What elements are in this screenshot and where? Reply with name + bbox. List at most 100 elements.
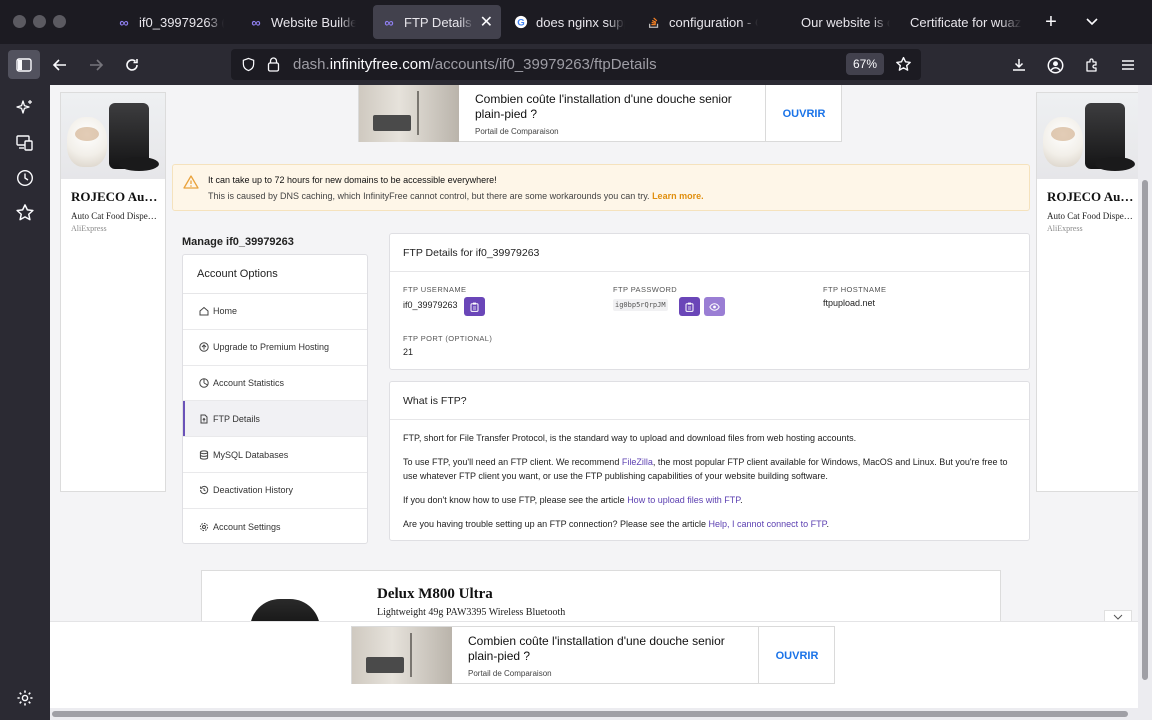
vertical-scrollbar[interactable] — [1138, 85, 1152, 720]
manage-account-title: Manage if0_39979263 — [182, 236, 294, 248]
ad-source: AliExpress — [1047, 224, 1083, 233]
alert-body: This is caused by DNS caching, which Inf… — [208, 191, 704, 201]
history-clock-icon[interactable] — [15, 168, 35, 188]
tab-title: Website Builder - — [271, 14, 356, 30]
browser-sidebar — [0, 85, 50, 720]
learn-more-link[interactable]: Learn more. — [652, 191, 704, 201]
ad-source: AliExpress — [71, 224, 107, 233]
ad-open-button[interactable]: OUVRIR — [766, 85, 842, 142]
file-upload-icon — [198, 413, 209, 424]
menu-item-account-settings[interactable]: Account Settings — [183, 509, 367, 543]
top-banner-ad[interactable]: Combien coûte l'installation d'une douch… — [358, 85, 842, 142]
tab-list-chevron-icon[interactable] — [1082, 12, 1102, 32]
tab-2[interactable]: ∞ Website Builder - — [240, 5, 364, 39]
side-ad-left[interactable]: ROJECO Aut… Auto Cat Food Dispens… AliEx… — [60, 92, 166, 492]
tab-1[interactable]: ∞ if0_39979263 (W — [108, 5, 232, 39]
sidebar-toggle-icon[interactable] — [8, 50, 40, 79]
synced-tabs-icon[interactable] — [15, 133, 35, 153]
ad-title: ROJECO Aut… — [1047, 189, 1137, 204]
ftp-hostname-label: FTP HOSTNAME — [823, 285, 887, 294]
upgrade-icon — [198, 342, 209, 353]
tab-3[interactable]: ∞ FTP Details for ✕ — [373, 5, 501, 39]
ftp-paragraph-4: Are you having trouble setting up an FTP… — [403, 517, 1023, 531]
ftp-paragraph-2: To use FTP, you'll need an FTP client. W… — [403, 455, 1023, 483]
tab-7[interactable]: Certificate for wuaze — [902, 5, 1030, 39]
menu-item-statistics[interactable]: Account Statistics — [183, 366, 367, 402]
shield-icon[interactable] — [241, 57, 256, 76]
menu-item-home[interactable]: Home — [183, 294, 367, 330]
ftp-card-title: FTP Details for if0_39979263 — [390, 234, 1029, 272]
dns-warning-alert: It can take up to 72 hours for new domai… — [172, 164, 1030, 211]
tab-title: does nginx suppo — [536, 14, 625, 30]
sidebar-settings-gear-icon[interactable] — [15, 688, 35, 708]
tab-4[interactable]: G does nginx suppo — [505, 5, 633, 39]
account-options-menu: Account Options Home Upgrade to Premium … — [182, 254, 368, 544]
account-icon[interactable] — [1042, 52, 1068, 78]
tab-5[interactable]: configuration - C — [638, 5, 766, 39]
close-tab-icon[interactable]: ✕ — [480, 12, 493, 32]
bookmark-star-icon[interactable] — [895, 56, 912, 77]
ftp-port-label: FTP PORT (OPTIONAL) — [403, 334, 493, 343]
menu-item-label: MySQL Databases — [213, 449, 289, 460]
paragraph-text: Are you having trouble setting up an FTP… — [403, 519, 709, 529]
window-zoom-button[interactable] — [53, 15, 66, 28]
cannot-connect-article-link[interactable]: Help, I cannot connect to FTP — [709, 519, 827, 529]
scrollbar-thumb[interactable] — [1142, 180, 1148, 680]
zoom-level-badge[interactable]: 67% — [846, 53, 884, 75]
ad-description: Auto Cat Food Dispens… — [71, 211, 157, 221]
reload-icon[interactable] — [119, 52, 145, 78]
paragraph-text: . — [826, 519, 829, 529]
window-close-button[interactable] — [13, 15, 26, 28]
extensions-icon[interactable] — [1079, 52, 1105, 78]
favicon-placeholder — [778, 14, 794, 30]
clipboard-icon — [470, 302, 479, 312]
ftp-password-label: FTP PASSWORD — [613, 285, 678, 294]
show-password-button[interactable] — [704, 297, 725, 316]
infinity-icon: ∞ — [251, 14, 261, 30]
ad-text: Combien coûte l'installation d'une douch… — [475, 92, 732, 121]
bottom-banner-ad[interactable]: Combien coûte l'installation d'une douch… — [351, 626, 835, 684]
menu-item-label: FTP Details — [213, 413, 260, 424]
url-bar[interactable]: dash.infinityfree.com/accounts/if0_39979… — [231, 49, 921, 80]
ftp-password-value: ig0bp5rQrpJM — [613, 299, 668, 311]
ad-product-image — [1037, 93, 1138, 179]
new-tab-plus-icon[interactable]: + — [1040, 12, 1062, 32]
menu-hamburger-icon[interactable] — [1115, 52, 1141, 78]
scrollbar-thumb[interactable] — [52, 711, 1128, 717]
menu-item-label: Account Statistics — [213, 377, 285, 388]
ftp-paragraph-1: FTP, short for File Transfer Protocol, i… — [403, 433, 857, 443]
menu-item-deactivation-history[interactable]: Deactivation History — [183, 473, 367, 509]
ad-open-button[interactable]: OUVRIR — [759, 627, 835, 684]
ad-product-image — [61, 93, 165, 179]
ad-image — [359, 85, 459, 142]
eye-icon — [709, 302, 720, 311]
ad-source: Portail de Comparaison — [475, 127, 559, 136]
ftp-username-label: FTP USERNAME — [403, 285, 467, 294]
ad-title: Delux M800 Ultra — [377, 586, 493, 602]
menu-item-mysql[interactable]: MySQL Databases — [183, 437, 367, 473]
copy-username-button[interactable] — [464, 297, 485, 316]
menu-header: Account Options — [183, 255, 367, 294]
upload-files-article-link[interactable]: How to upload files with FTP — [627, 495, 740, 505]
google-icon: G — [513, 14, 529, 30]
filezilla-link[interactable]: FileZilla — [622, 457, 653, 467]
horizontal-scrollbar[interactable] — [50, 708, 1138, 720]
ftp-username-value: if0_39979263 — [403, 300, 458, 310]
back-arrow-icon[interactable] — [47, 52, 73, 78]
downloads-icon[interactable] — [1006, 52, 1032, 78]
ai-sparkle-icon[interactable] — [15, 98, 35, 118]
forward-arrow-icon[interactable] — [83, 52, 109, 78]
bookmarks-star-icon[interactable] — [15, 203, 35, 223]
window-minimize-button[interactable] — [33, 15, 46, 28]
menu-item-upgrade[interactable]: Upgrade to Premium Hosting — [183, 330, 367, 366]
ad-description: Lightweight 49g PAW3395 Wireless Bluetoo… — [377, 607, 566, 618]
copy-password-button[interactable] — [679, 297, 700, 316]
side-ad-right[interactable]: ROJECO Aut… Auto Cat Food Dispens… AliEx… — [1036, 92, 1138, 492]
ad-text: Combien coûte l'installation d'une douch… — [468, 634, 725, 663]
history-icon — [198, 485, 209, 496]
lock-icon[interactable] — [266, 56, 281, 76]
tab-6[interactable]: Our website is co — [770, 5, 898, 39]
menu-item-ftp-details[interactable]: FTP Details — [183, 401, 367, 438]
menu-item-label: Deactivation History — [213, 485, 294, 496]
url-text[interactable]: dash.infinityfree.com/accounts/if0_39979… — [293, 56, 657, 73]
